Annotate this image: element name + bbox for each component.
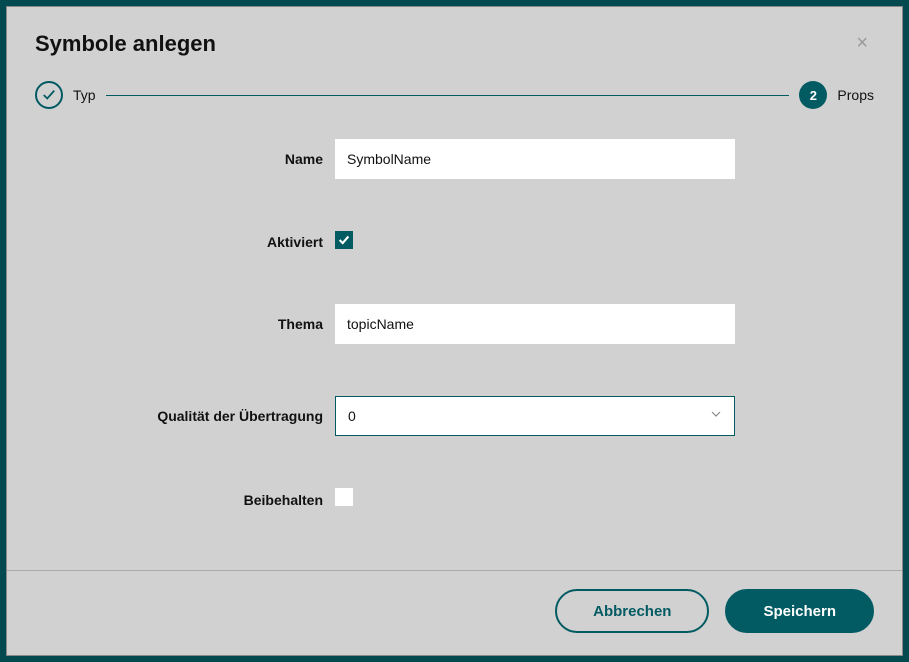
create-symbols-modal: Symbole anlegen × Typ 2 Props Name Aktiv… <box>6 6 903 656</box>
stepper-connector <box>106 95 790 96</box>
retain-label: Beibehalten <box>35 492 335 508</box>
checkmark-icon <box>337 233 351 247</box>
qos-select[interactable]: 0 <box>335 396 735 436</box>
form-row-topic: Thema <box>35 304 874 344</box>
form-row-retain: Beibehalten <box>35 488 874 511</box>
step-1-label: Typ <box>73 87 96 103</box>
close-icon[interactable]: × <box>850 31 874 55</box>
step-2-label: Props <box>837 87 874 103</box>
step-2-circle[interactable]: 2 <box>799 81 827 109</box>
modal-footer: Abbrechen Speichern <box>7 570 902 655</box>
activated-checkbox[interactable] <box>335 231 353 249</box>
checkmark-icon <box>42 88 56 102</box>
modal-title: Symbole anlegen <box>35 31 216 57</box>
topic-input[interactable] <box>335 304 735 344</box>
qos-selected-value: 0 <box>348 408 710 424</box>
wizard-stepper: Typ 2 Props <box>7 77 902 139</box>
form-row-qos: Qualität der Übertragung 0 <box>35 396 874 436</box>
form-row-activated: Aktiviert <box>35 231 874 252</box>
retain-checkbox[interactable] <box>335 488 353 506</box>
qos-label: Qualität der Übertragung <box>35 408 335 424</box>
name-input[interactable] <box>335 139 735 179</box>
topic-label: Thema <box>35 316 335 332</box>
step-1-circle[interactable] <box>35 81 63 109</box>
chevron-down-icon <box>710 407 722 425</box>
form-row-name: Name <box>35 139 874 179</box>
form-body: Name Aktiviert Thema Qualität der Üb <box>7 139 902 570</box>
activated-label: Aktiviert <box>35 234 335 250</box>
name-label: Name <box>35 151 335 167</box>
modal-header: Symbole anlegen × <box>7 7 902 77</box>
cancel-button[interactable]: Abbrechen <box>555 589 709 633</box>
save-button[interactable]: Speichern <box>725 589 874 633</box>
